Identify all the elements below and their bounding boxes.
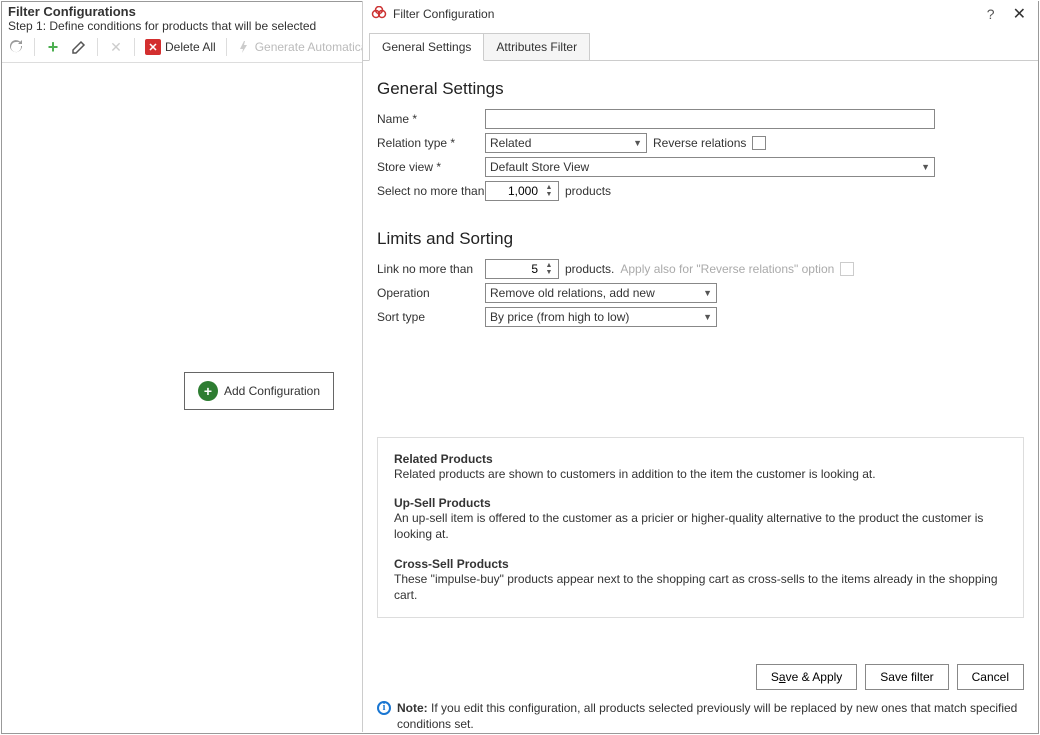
label-name: Name * xyxy=(377,112,485,126)
store-view-value: Default Store View xyxy=(490,160,589,174)
relation-type-select[interactable]: Related ▼ xyxy=(485,133,647,153)
spin-down-icon[interactable]: ▼ xyxy=(542,269,556,276)
info-upsell-desc: An up-sell item is offered to the custom… xyxy=(394,510,1007,542)
info-related-desc: Related products are shown to customers … xyxy=(394,466,1007,482)
close-icon[interactable]: ✕ xyxy=(1009,4,1030,24)
filter-configuration-dialog: Filter Configuration ? ✕ General Setting… xyxy=(362,1,1038,732)
add-configuration-label: Add Configuration xyxy=(224,384,320,398)
label-products: products xyxy=(565,184,611,198)
label-link-no-more: Link no more than xyxy=(377,262,485,276)
reverse-relations-checkbox[interactable] xyxy=(752,136,766,150)
add-icon[interactable]: + xyxy=(45,39,61,55)
spin-up-icon[interactable]: ▲ xyxy=(542,262,556,269)
chevron-down-icon: ▼ xyxy=(921,162,930,172)
relation-type-value: Related xyxy=(490,136,531,150)
delete-all-label: Delete All xyxy=(165,40,216,54)
name-input[interactable] xyxy=(485,109,935,129)
store-view-select[interactable]: Default Store View ▼ xyxy=(485,157,935,177)
generate-auto-label: Generate Automatically xyxy=(255,40,379,54)
select-limit-stepper[interactable]: ▲▼ xyxy=(485,181,559,201)
section-general-settings: General Settings xyxy=(377,79,1024,99)
separator xyxy=(134,38,135,56)
app-logo-icon xyxy=(371,6,387,22)
select-limit-input[interactable] xyxy=(486,182,542,200)
info-panel: Related Products Related products are sh… xyxy=(377,437,1024,618)
info-related-title: Related Products xyxy=(394,452,1007,466)
sort-type-select[interactable]: By price (from high to low) ▼ xyxy=(485,307,717,327)
label-operation: Operation xyxy=(377,286,485,300)
separator xyxy=(226,38,227,56)
label-sort-type: Sort type xyxy=(377,310,485,324)
apply-also-checkbox[interactable] xyxy=(840,262,854,276)
chevron-down-icon: ▼ xyxy=(703,312,712,322)
info-upsell-title: Up-Sell Products xyxy=(394,496,1007,510)
label-products-dot: products. xyxy=(565,262,614,276)
tab-attributes-filter[interactable]: Attributes Filter xyxy=(484,33,590,61)
label-reverse-relations: Reverse relations xyxy=(653,136,746,150)
dialog-title: Filter Configuration xyxy=(393,7,973,21)
operation-select[interactable]: Remove old relations, add new ▼ xyxy=(485,283,717,303)
chevron-down-icon: ▼ xyxy=(633,138,642,148)
label-apply-also: Apply also for "Reverse relations" optio… xyxy=(620,262,834,276)
label-relation-type: Relation type * xyxy=(377,136,485,150)
chevron-down-icon: ▼ xyxy=(703,288,712,298)
note-text: Note: If you edit this configuration, al… xyxy=(397,700,1024,732)
spin-up-icon[interactable]: ▲ xyxy=(542,184,556,191)
save-filter-button[interactable]: Save filter xyxy=(865,664,948,690)
help-icon[interactable]: ? xyxy=(979,6,1003,22)
add-configuration-button[interactable]: + Add Configuration xyxy=(184,372,334,410)
section-limits-sorting: Limits and Sorting xyxy=(377,229,1024,249)
save-apply-button[interactable]: Save & Apply xyxy=(756,664,857,690)
info-cross-title: Cross-Sell Products xyxy=(394,557,1007,571)
label-select-no-more: Select no more than xyxy=(377,184,485,198)
plus-circle-icon: + xyxy=(198,381,218,401)
operation-value: Remove old relations, add new xyxy=(490,286,655,300)
refresh-icon[interactable] xyxy=(8,39,24,55)
delete-all-icon: ✕ xyxy=(145,39,161,55)
cancel-button[interactable]: Cancel xyxy=(957,664,1024,690)
sort-type-value: By price (from high to low) xyxy=(490,310,629,324)
separator xyxy=(97,38,98,56)
edit-icon[interactable] xyxy=(71,39,87,55)
link-limit-input[interactable] xyxy=(486,260,542,278)
label-store-view: Store view * xyxy=(377,160,485,174)
info-cross-desc: These "impulse-buy" products appear next… xyxy=(394,571,1007,603)
spin-down-icon[interactable]: ▼ xyxy=(542,191,556,198)
delete-all-button[interactable]: ✕ Delete All xyxy=(145,39,216,55)
separator xyxy=(34,38,35,56)
tab-general-settings[interactable]: General Settings xyxy=(369,33,484,61)
delete-icon[interactable]: ✕ xyxy=(108,39,124,55)
info-icon: i xyxy=(377,701,391,715)
generate-auto-button: Generate Automatically xyxy=(237,40,379,54)
link-limit-stepper[interactable]: ▲▼ xyxy=(485,259,559,279)
